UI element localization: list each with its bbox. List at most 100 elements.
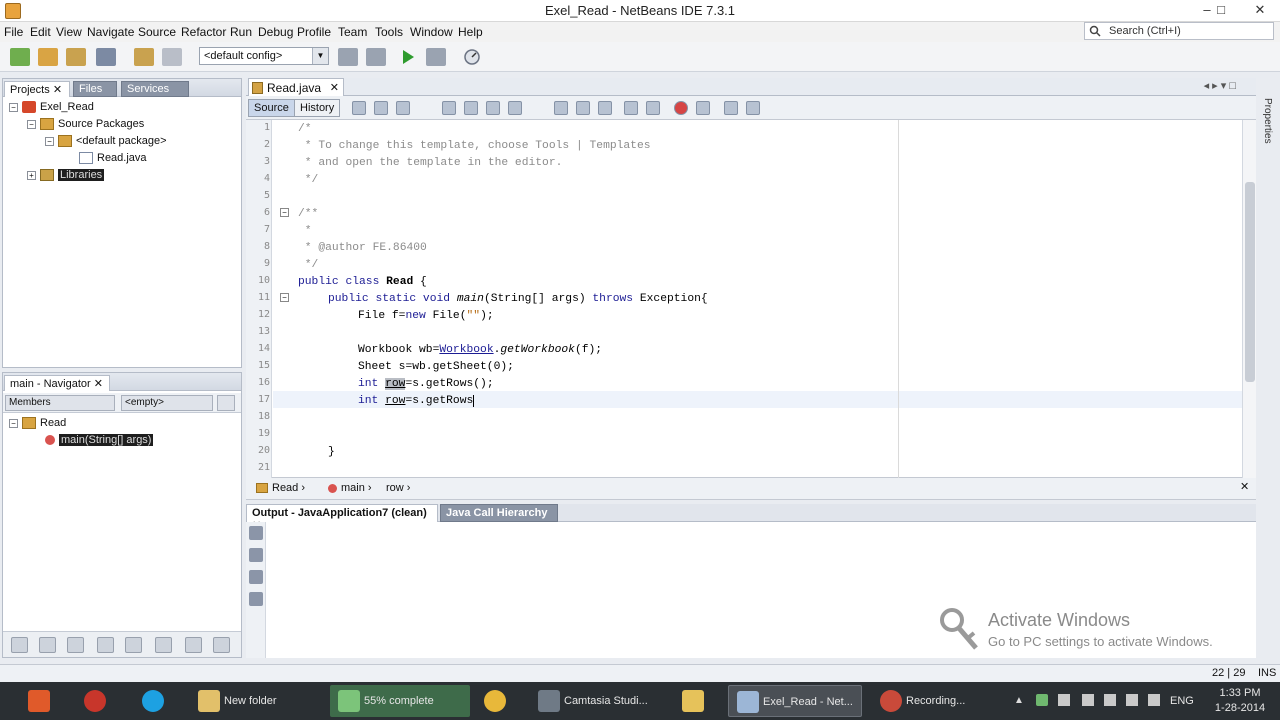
filter-fields-icon[interactable]: [11, 637, 28, 653]
tree-item-source-packages[interactable]: − Source Packages: [27, 116, 144, 132]
breadcrumb-method[interactable]: main ›: [328, 482, 372, 494]
redo-icon[interactable]: [162, 48, 182, 66]
search-input[interactable]: Search (Ctrl+I): [1084, 22, 1274, 40]
tray-expand-icon[interactable]: ▲: [1014, 695, 1024, 706]
menu-run[interactable]: Run: [230, 25, 252, 39]
rerun-icon[interactable]: [249, 526, 263, 540]
maximize-button[interactable]: □: [1206, 0, 1236, 22]
navigator-item-class[interactable]: − Read: [9, 415, 66, 431]
collapse-icon[interactable]: −: [9, 102, 18, 112]
action-center-icon[interactable]: [1058, 694, 1070, 706]
close-icon[interactable]: ✕: [330, 81, 339, 94]
last-edit-icon[interactable]: [352, 101, 366, 115]
javadoc-icon[interactable]: [213, 637, 230, 653]
fold-toggle-icon[interactable]: −: [280, 293, 289, 302]
back-icon[interactable]: [374, 101, 388, 115]
network-icon[interactable]: [1082, 694, 1094, 706]
find-next-icon[interactable]: [486, 101, 500, 115]
menu-profile[interactable]: Profile: [297, 25, 331, 39]
menu-window[interactable]: Window: [410, 25, 453, 39]
tab-call-hierarchy[interactable]: Java Call Hierarchy: [440, 504, 558, 522]
taskbar-item[interactable]: [76, 685, 120, 717]
collapse-icon[interactable]: −: [9, 418, 18, 428]
menu-refactor[interactable]: Refactor: [181, 25, 226, 39]
tab-files[interactable]: Files: [73, 81, 117, 97]
save-all-icon[interactable]: [96, 48, 116, 66]
clean-build-icon[interactable]: [366, 48, 386, 66]
sort-by-name-icon[interactable]: [155, 637, 172, 653]
menu-team[interactable]: Team: [338, 25, 367, 39]
taskbar-item[interactable]: [134, 685, 178, 717]
tab-read-java[interactable]: Read.java ✕: [248, 78, 344, 97]
menu-tools[interactable]: Tools: [375, 25, 403, 39]
source-button[interactable]: Source: [248, 99, 295, 117]
fold-toggle-icon[interactable]: −: [280, 208, 289, 217]
tab-output[interactable]: Output - JavaApplication7 (clean) ✕: [246, 504, 438, 532]
comment-icon[interactable]: [724, 101, 738, 115]
code-class-link[interactable]: Workbook: [439, 344, 493, 356]
taskbar-item[interactable]: [476, 685, 520, 717]
find-icon[interactable]: [442, 101, 456, 115]
open-project-icon[interactable]: [66, 48, 86, 66]
rerun-with-params-icon[interactable]: [249, 548, 263, 562]
code-editor[interactable]: 1 2 3 4 5 6 7 8 9 10 11 12 13 14 15 16 1…: [246, 120, 1256, 478]
tab-navigator[interactable]: main - Navigator ✕: [4, 375, 110, 391]
filter-nonpublic-icon[interactable]: [67, 637, 84, 653]
stop-macro-icon[interactable]: [696, 101, 710, 115]
tree-item-project[interactable]: − Exel_Read: [9, 99, 94, 115]
filter-static-icon[interactable]: [39, 637, 56, 653]
debug-icon[interactable]: [426, 48, 446, 66]
volume-icon[interactable]: [1148, 694, 1160, 706]
filter-inherited-icon[interactable]: [97, 637, 114, 653]
output-settings-icon[interactable]: [249, 592, 263, 606]
tab-services[interactable]: Services: [121, 81, 189, 97]
collapse-icon[interactable]: −: [27, 119, 36, 129]
undo-icon[interactable]: [134, 48, 154, 66]
tree-item-read-java[interactable]: Read.java: [79, 150, 147, 166]
start-macro-icon[interactable]: [674, 101, 688, 115]
menu-file[interactable]: File: [4, 25, 23, 39]
close-icon[interactable]: ✕: [53, 84, 62, 96]
toggle-bookmark-icon[interactable]: [598, 101, 612, 115]
navigator-item-method[interactable]: main(String[] args): [45, 432, 154, 448]
menu-debug[interactable]: Debug: [258, 25, 293, 39]
history-button[interactable]: History: [294, 99, 341, 117]
close-button[interactable]: ✕: [1240, 0, 1280, 22]
collapse-icon[interactable]: −: [45, 136, 54, 146]
new-file-icon[interactable]: [10, 48, 30, 66]
menu-source[interactable]: Source: [138, 25, 176, 39]
run-icon[interactable]: [398, 48, 418, 66]
tray-app-icon[interactable]: [1036, 694, 1048, 706]
members-select[interactable]: Members: [5, 395, 115, 411]
properties-strip[interactable]: Properties: [1262, 98, 1278, 158]
shift-right-icon[interactable]: [646, 101, 660, 115]
taskbar-item[interactable]: 55% complete: [330, 685, 470, 717]
sort-by-source-icon[interactable]: [185, 637, 202, 653]
close-icon[interactable]: ✕: [1240, 480, 1249, 493]
language-indicator[interactable]: ENG: [1170, 695, 1194, 707]
navigator-options-icon[interactable]: [217, 395, 235, 411]
next-bookmark-icon[interactable]: [576, 101, 590, 115]
scrollbar-thumb[interactable]: [1245, 182, 1255, 382]
tree-item-libraries[interactable]: + Libraries: [27, 167, 105, 183]
taskbar-item[interactable]: Camtasia Studi...: [530, 685, 664, 717]
breadcrumb-variable[interactable]: row ›: [386, 482, 410, 494]
uncomment-icon[interactable]: [746, 101, 760, 115]
menu-edit[interactable]: Edit: [30, 25, 51, 39]
taskbar-item-netbeans[interactable]: Exel_Read - Net...: [728, 685, 862, 717]
new-project-icon[interactable]: [38, 48, 58, 66]
editor-scrollbar[interactable]: [1242, 120, 1256, 478]
find-previous-icon[interactable]: [464, 101, 478, 115]
config-select[interactable]: <default config> ▼: [199, 47, 329, 65]
menu-view[interactable]: View: [56, 25, 82, 39]
menu-help[interactable]: Help: [458, 25, 483, 39]
menu-navigate[interactable]: Navigate: [87, 25, 134, 39]
tree-item-default-package[interactable]: − <default package>: [45, 133, 167, 149]
bluetooth-icon[interactable]: [1126, 694, 1138, 706]
taskbar-item[interactable]: New folder: [190, 685, 320, 717]
filter-members-icon[interactable]: [125, 637, 142, 653]
forward-icon[interactable]: [396, 101, 410, 115]
clock[interactable]: 1:33 PM 1-28-2014: [1210, 686, 1270, 716]
editor-tab-navigation[interactable]: ◂ ▸ ▾ □: [1204, 79, 1236, 92]
taskbar-item[interactable]: Recording...: [872, 685, 1002, 717]
